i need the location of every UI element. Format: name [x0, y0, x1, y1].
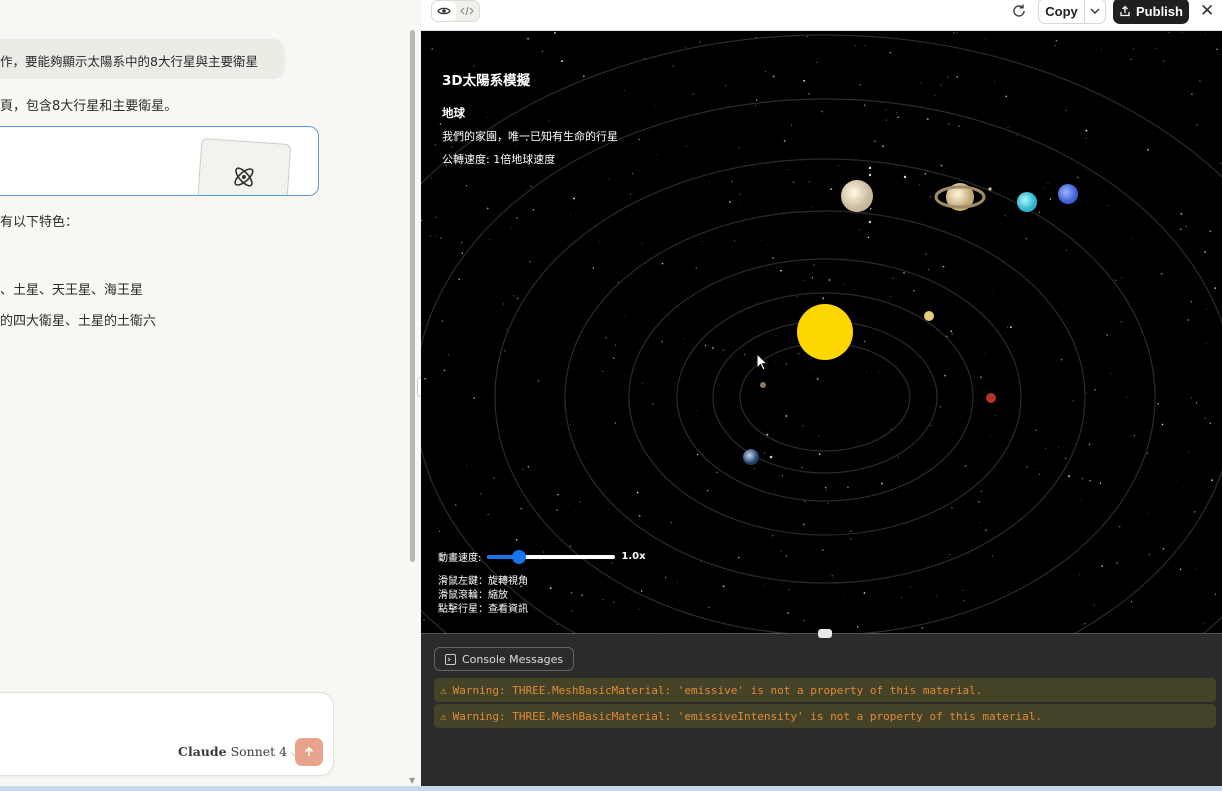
speed-value: 1.0x: [621, 551, 646, 562]
jupiter-moon: [868, 166, 872, 170]
publish-label: Publish: [1136, 3, 1183, 19]
planets-list-line: 、土星、天王星、海王星: [0, 283, 144, 298]
console-messages-tab[interactable]: Console Messages: [434, 647, 575, 671]
publish-button[interactable]: Publish: [1113, 0, 1189, 24]
code-tab[interactable]: [456, 1, 480, 21]
console-warning: ⚠ Warning: THREE.MeshBasicMaterial: 'emi…: [434, 678, 1216, 702]
planet-info-panel: 3D太陽系模擬 地球 我們的家園，唯一已知有生命的行星 公轉速度: 1倍地球速度: [442, 69, 618, 174]
speed-slider-thumb[interactable]: [512, 549, 527, 564]
planet-venus[interactable]: [924, 311, 934, 321]
sun[interactable]: [797, 304, 853, 360]
saturn-moon-titan: [988, 187, 992, 191]
console-warning: ⚠ Warning: THREE.MeshBasicMaterial: 'emi…: [434, 704, 1216, 728]
warning-icon: ⚠: [440, 709, 447, 723]
model-selector[interactable]: Claude Sonnet 4 ⌵: [178, 744, 298, 759]
jupiter-moon: [868, 173, 872, 177]
send-button[interactable]: [295, 738, 323, 766]
message-composer[interactable]: Claude Sonnet 4 ⌵: [0, 692, 334, 776]
planet-jupiter[interactable]: [841, 180, 873, 212]
planet-mars[interactable]: [986, 393, 996, 403]
help-zoom: 滑鼠滾輪：縮放: [438, 590, 508, 601]
moon[interactable]: [769, 455, 773, 459]
speed-label: 動畫速度:: [438, 553, 482, 564]
artifact-panel: Copy Publish ✕ 3D太陽系模擬 地球 我們的家園，唯一已知有生命的…: [421, 0, 1222, 791]
selected-planet-description: 我們的家園，唯一已知有生命的行星: [442, 130, 618, 143]
planet-mercury[interactable]: [760, 382, 766, 388]
refresh-icon[interactable]: [1010, 2, 1028, 20]
planet-earth[interactable]: [743, 449, 759, 465]
jupiter-moon: [903, 175, 907, 179]
solar-system-canvas[interactable]: 3D太陽系模擬 地球 我們的家園，唯一已知有生命的行星 公轉速度: 1倍地球速度…: [421, 31, 1222, 633]
model-brand: Claude: [178, 744, 227, 759]
scroll-down-arrow-icon[interactable]: ▼: [409, 776, 415, 785]
jupiter-moon: [868, 220, 872, 224]
warning-icon: ⚠: [440, 683, 447, 697]
moons-list-line: 的四大衛星、土星的土衛六: [0, 314, 157, 329]
artifact-card[interactable]: [0, 126, 319, 196]
assistant-reply-intro: 頁，包含8大行星和主要衛星。: [0, 99, 178, 114]
mouse-cursor-icon: [756, 353, 768, 371]
artifact-thumbnail: [196, 137, 292, 195]
terminal-icon: [445, 653, 456, 665]
view-toggle: [431, 0, 480, 22]
planet-uranus[interactable]: [1017, 192, 1037, 212]
model-name: Sonnet 4: [230, 744, 288, 759]
mouse-help: 滑鼠左鍵：旋轉視角 滑鼠滾輪：縮放 點擊行星：查看資訊: [438, 575, 646, 617]
chat-panel: 作，要能夠顯示太陽系中的8大行星與主要衛星 頁，包含8大行星和主要衛星。 有以下…: [0, 0, 420, 791]
os-taskbar: [0, 786, 1222, 791]
user-message: 作，要能夠顯示太陽系中的8大行星與主要衛星: [0, 39, 285, 79]
chevron-down-icon: [1090, 8, 1100, 14]
share-icon: [1120, 5, 1130, 17]
preview-tab[interactable]: [432, 1, 456, 21]
speed-control: 動畫速度: 1.0x: [438, 549, 646, 564]
copy-options-button[interactable]: [1085, 0, 1105, 23]
console-tab-label: Console Messages: [462, 652, 564, 666]
simulation-title: 3D太陽系模擬: [442, 73, 531, 89]
copy-button-group: Copy: [1038, 0, 1106, 24]
close-icon[interactable]: ✕: [1200, 1, 1214, 21]
features-intro: 有以下特色：: [0, 215, 79, 230]
artifact-toolbar: Copy Publish ✕: [421, 0, 1222, 31]
atom-icon: [234, 167, 254, 187]
selected-planet-orbit-speed: 公轉速度: 1倍地球速度: [442, 153, 556, 166]
speed-slider[interactable]: [487, 549, 616, 564]
planet-neptune[interactable]: [1058, 184, 1078, 204]
warning-text: Warning: THREE.MeshBasicMaterial: 'emiss…: [452, 709, 1043, 723]
eye-icon: [437, 7, 451, 15]
selected-planet-name: 地球: [442, 106, 465, 120]
arrow-up-icon: [304, 746, 314, 756]
controls-panel: 動畫速度: 1.0x 滑鼠左鍵：旋轉視角 滑鼠滾輪：縮放 點擊行星：查看資訊: [438, 549, 646, 617]
chat-scrollbar[interactable]: [410, 30, 415, 562]
console-resize-handle[interactable]: [818, 629, 832, 638]
help-click: 點擊行星：查看資訊: [438, 604, 528, 615]
copy-button[interactable]: Copy: [1039, 0, 1085, 23]
code-icon: [460, 6, 475, 16]
help-rotate: 滑鼠左鍵：旋轉視角: [438, 576, 528, 587]
warning-text: Warning: THREE.MeshBasicMaterial: 'emiss…: [452, 683, 983, 697]
console-panel: Console Messages ⚠ Warning: THREE.MeshBa…: [421, 629, 1222, 791]
